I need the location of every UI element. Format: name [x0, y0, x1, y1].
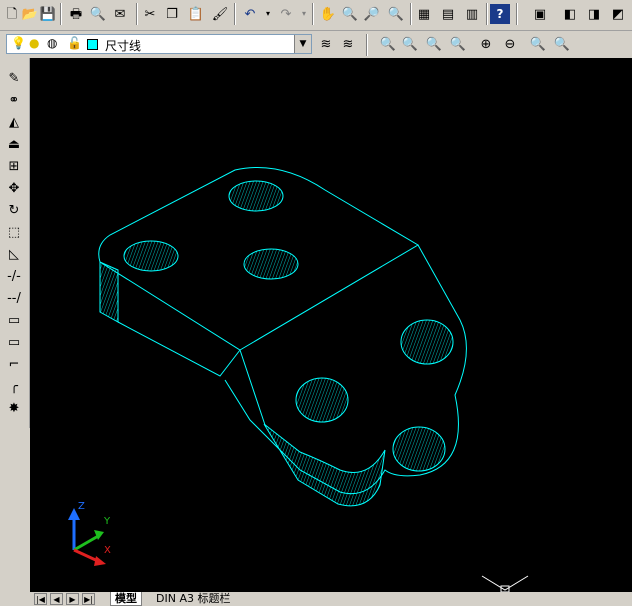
- zoom-realtime-icon[interactable]: 🔍: [340, 4, 360, 24]
- save-icon[interactable]: 💾: [38, 4, 58, 24]
- pan-icon[interactable]: ✋: [318, 4, 338, 24]
- fillet-icon[interactable]: ╭: [4, 376, 24, 396]
- print-preview-icon[interactable]: 🔍: [88, 4, 108, 24]
- view-icon[interactable]: ▣: [530, 4, 550, 24]
- prev-tab-icon[interactable]: ◀: [50, 593, 63, 605]
- copy-object-icon[interactable]: ⚭: [4, 90, 24, 110]
- crosshair-cursor: [481, 575, 529, 592]
- layer-on-icon[interactable]: 💡: [11, 36, 26, 50]
- zoom-out-icon[interactable]: ⊖: [500, 34, 520, 54]
- zoom-all-icon[interactable]: 🔍: [528, 34, 548, 54]
- print-icon[interactable]: 🖶: [66, 4, 86, 24]
- ucs-icon: Z Y X: [68, 501, 111, 566]
- layer-thaw-icon[interactable]: ●: [29, 36, 39, 50]
- next-tab-icon[interactable]: ▶: [66, 593, 79, 605]
- copy-icon[interactable]: ❐: [162, 4, 182, 24]
- publish-icon[interactable]: ✉: [110, 4, 130, 24]
- modify-toolbar: ✎ ⚭ ◭ ⏏ ⊞ ✥ ↻ ⬚ ◺ -/- --/ ▭ ▭ ⌐ ╭ ✸: [0, 58, 30, 428]
- undo-dropdown-icon[interactable]: ▾: [258, 4, 278, 24]
- zoom-in-icon[interactable]: ⊕: [476, 34, 496, 54]
- layer-color-swatch: [87, 39, 98, 50]
- standard-toolbar: 🗋 📂 💾 🖶 🔍 ✉ ✂ ❐ 📋 🖌 ↶ ▾ ↷ ▾ ✋ 🔍 🔎 🔍 ▦ ▤ …: [0, 0, 632, 31]
- first-tab-icon[interactable]: |◀: [34, 593, 47, 605]
- layout-tab-bar: |◀ ◀ ▶ ▶| 模型 DIN A3 标题栏: [30, 592, 632, 606]
- join-icon[interactable]: ▭: [4, 332, 24, 352]
- layer-dropdown[interactable]: 💡 ● ◍ 🔓 尺寸线 ▼: [6, 34, 312, 54]
- rotate-icon[interactable]: ↻: [4, 200, 24, 220]
- hole: [295, 377, 349, 423]
- make-layer-current-icon[interactable]: ≋: [316, 34, 336, 54]
- toolbar-separator: [516, 3, 518, 25]
- stretch-icon[interactable]: ◺: [4, 244, 24, 264]
- toolbar-separator: [234, 3, 236, 25]
- extend-icon[interactable]: --/: [4, 288, 24, 308]
- mirror-icon[interactable]: ◭: [4, 112, 24, 132]
- scale-icon[interactable]: ⬚: [4, 222, 24, 242]
- properties-icon[interactable]: ▦: [414, 4, 434, 24]
- break-icon[interactable]: ▭: [4, 310, 24, 330]
- help-icon[interactable]: ?: [490, 4, 510, 24]
- paste-icon[interactable]: 📋: [186, 4, 206, 24]
- svg-text:X: X: [104, 545, 111, 556]
- layer-previous-icon[interactable]: ≋: [338, 34, 358, 54]
- match-properties-icon[interactable]: 🖌: [210, 4, 230, 24]
- redo-dropdown-icon[interactable]: ▾: [294, 4, 314, 24]
- toolbar-separator: [486, 3, 488, 25]
- left-side-face: [99, 261, 119, 323]
- design-center-icon[interactable]: ▤: [438, 4, 458, 24]
- zoom-previous-icon[interactable]: 🔍: [386, 4, 406, 24]
- zoom-center-icon[interactable]: 🔍: [448, 34, 468, 54]
- bracket-3d-model: Z Y X: [68, 167, 529, 592]
- cylinder-icon[interactable]: ◨: [584, 4, 604, 24]
- hole: [392, 426, 446, 472]
- drawing-area[interactable]: Z Y X: [30, 58, 632, 592]
- open-file-icon[interactable]: 📂: [20, 4, 40, 24]
- svg-text:Z: Z: [78, 501, 85, 512]
- svg-text:Y: Y: [103, 516, 111, 527]
- toolbar-separator: [136, 3, 138, 25]
- zoom-window-icon[interactable]: 🔎: [362, 4, 382, 24]
- tab-model[interactable]: 模型: [110, 592, 142, 606]
- tab-din-a3[interactable]: DIN A3 标题栏: [152, 592, 234, 605]
- hole: [123, 240, 179, 272]
- zoom-dynamic-icon[interactable]: 🔍: [400, 34, 420, 54]
- toolbar-separator: [60, 3, 62, 25]
- layer-viewport-icon[interactable]: ◍: [47, 36, 57, 50]
- hole: [400, 319, 454, 365]
- chevron-down-icon[interactable]: ▼: [294, 35, 311, 53]
- redo-icon[interactable]: ↷: [276, 4, 296, 24]
- array-icon[interactable]: ⊞: [4, 156, 24, 176]
- zoom-scale-icon[interactable]: 🔍: [424, 34, 444, 54]
- explode-icon[interactable]: ✸: [4, 398, 24, 418]
- cone-icon[interactable]: ◩: [608, 4, 628, 24]
- new-file-icon[interactable]: 🗋: [2, 4, 22, 24]
- move-icon[interactable]: ✥: [4, 178, 24, 198]
- zoom-window-icon[interactable]: 🔍: [378, 34, 398, 54]
- layers-toolbar: 💡 ● ◍ 🔓 尺寸线 ▼ ≋ ≋ 🔍 🔍 🔍 🔍 ⊕ ⊖ 🔍 🔍: [0, 31, 632, 57]
- zoom-extents-icon[interactable]: 🔍: [552, 34, 572, 54]
- erase-icon[interactable]: ✎: [4, 68, 24, 88]
- offset-icon[interactable]: ⏏: [4, 134, 24, 154]
- chamfer-icon[interactable]: ⌐: [4, 354, 24, 374]
- toolbar-separator: [366, 34, 368, 56]
- trim-icon[interactable]: -/-: [4, 266, 24, 286]
- layer-lock-icon[interactable]: 🔓: [67, 36, 82, 50]
- last-tab-icon[interactable]: ▶|: [82, 593, 95, 605]
- cut-icon[interactable]: ✂: [140, 4, 160, 24]
- tool-palettes-icon[interactable]: ▥: [462, 4, 482, 24]
- hole: [243, 248, 299, 280]
- toolbar-separator: [410, 3, 412, 25]
- layer-name: 尺寸线: [105, 39, 142, 53]
- hole: [228, 180, 284, 212]
- flange-bottom-face: [263, 423, 386, 507]
- toolbar-separator: [312, 3, 314, 25]
- box-icon[interactable]: ◧: [560, 4, 580, 24]
- undo-icon[interactable]: ↶: [240, 4, 260, 24]
